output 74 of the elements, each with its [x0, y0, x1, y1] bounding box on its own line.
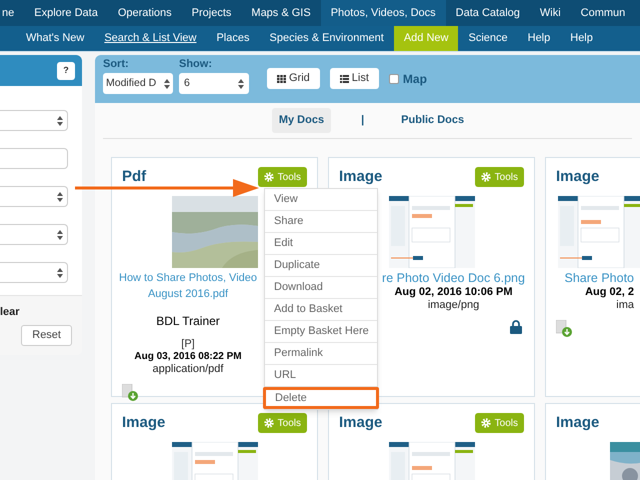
card-title: Image: [339, 166, 382, 187]
file-type-text: application/pdf: [152, 363, 224, 376]
date-text: Aug 02, 2016 10:06 PM: [393, 286, 512, 299]
map-checkbox[interactable]: [388, 74, 399, 84]
list-icon: [340, 74, 349, 82]
sub-nav-tab[interactable]: Help: [518, 26, 560, 51]
menu-item[interactable]: Share: [265, 211, 377, 233]
select-caret-icon: [238, 78, 244, 88]
clear-label: lear: [0, 305, 20, 320]
filter-input[interactable]: [0, 148, 68, 169]
download-file-icon[interactable]: [556, 320, 572, 337]
nav-tab[interactable]: ne: [0, 0, 24, 26]
menu-item[interactable]: Duplicate: [265, 255, 377, 277]
date-text: Aug 02, 2: [585, 286, 634, 299]
file-type-text: ima: [616, 299, 634, 312]
card-title: Image: [556, 412, 600, 433]
card-title: Image: [556, 166, 600, 187]
menu-item[interactable]: Edit: [265, 233, 377, 255]
file-type-text: image/png: [426, 299, 480, 312]
nav-tab[interactable]: Explore Data: [24, 0, 108, 26]
sub-nav-tab[interactable]: Science: [458, 26, 518, 51]
menu-item[interactable]: View: [265, 189, 377, 211]
nav-tab[interactable]: Photos, Videos, Docs: [320, 0, 446, 26]
gear-icon: [264, 172, 274, 182]
map-label: Map: [402, 70, 427, 88]
sort-label: Sort:: [103, 58, 130, 71]
sort-select[interactable]: Modified D: [103, 73, 173, 94]
menu-item[interactable]: Download: [265, 277, 377, 299]
menu-item[interactable]: Delete: [263, 387, 379, 409]
date-text: Aug 03, 2016 08:22 PM: [134, 350, 242, 363]
menu-item[interactable]: URL: [265, 365, 377, 387]
filter-select[interactable]: [0, 262, 68, 283]
tab-separator: |: [361, 113, 364, 128]
gear-icon: [480, 418, 491, 428]
show-select[interactable]: 6: [179, 73, 249, 94]
nav-tab[interactable]: Projects: [182, 0, 242, 26]
filter-select[interactable]: [0, 110, 68, 131]
select-caret-icon: [57, 268, 63, 278]
nav-tab[interactable]: Maps & GIS: [241, 0, 321, 26]
sub-nav-tab[interactable]: Places: [206, 26, 260, 51]
sub-nav-tab[interactable]: Help: [560, 26, 603, 51]
download-file-icon[interactable]: [122, 384, 138, 401]
sub-nav-tab[interactable]: What's New: [16, 26, 94, 51]
sub-nav-tab[interactable]: Species & Environment: [260, 26, 394, 51]
grid-icon: [277, 74, 286, 82]
nav-tab[interactable]: Wiki: [530, 0, 571, 26]
gear-icon: [264, 418, 274, 428]
select-caret-icon: [164, 78, 170, 88]
filter-select[interactable]: [0, 224, 68, 245]
nav-tab[interactable]: Operations: [108, 0, 182, 26]
card-title: Image: [122, 412, 166, 433]
help-button[interactable]: ?: [57, 62, 75, 80]
select-caret-icon: [57, 230, 63, 240]
reset-button[interactable]: Reset: [21, 324, 72, 346]
filter-select[interactable]: [0, 186, 68, 207]
card-title: Pdf: [122, 166, 146, 187]
menu-item[interactable]: Empty Basket Here: [265, 321, 377, 343]
author-text: BDL Trainer: [156, 313, 220, 330]
flag-text: [P]: [181, 338, 195, 350]
nav-tab[interactable]: Commun: [570, 0, 628, 26]
card-title: Image: [339, 412, 382, 433]
sub-nav-tab[interactable]: Search & List View: [94, 26, 206, 51]
menu-item[interactable]: Permalink: [265, 343, 377, 365]
gear-icon: [480, 172, 491, 182]
menu-item[interactable]: Add to Basket: [265, 299, 377, 321]
select-caret-icon: [57, 116, 63, 126]
view-button[interactable]: List: [330, 68, 379, 89]
doc-tab[interactable]: My Docs: [272, 108, 332, 133]
nav-tab[interactable]: Data Catalog: [446, 0, 530, 26]
doc-tab[interactable]: Public Docs: [394, 108, 472, 133]
lock-icon: [510, 320, 522, 334]
show-label: Show:: [179, 58, 213, 71]
select-caret-icon: [57, 192, 63, 202]
view-button[interactable]: Grid: [267, 68, 320, 89]
